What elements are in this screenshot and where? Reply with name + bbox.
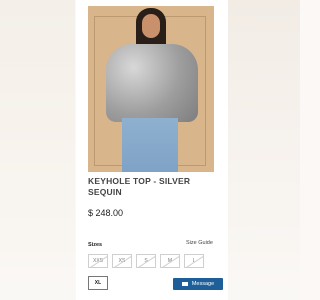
product-title: KEYHOLE TOP - SILVER SEQUIN xyxy=(88,176,191,197)
size-label: XXS xyxy=(92,258,103,264)
size-label: L xyxy=(192,258,196,264)
model-jeans xyxy=(122,118,178,172)
background-blur-right xyxy=(228,0,300,300)
message-button-label: Message xyxy=(191,281,215,287)
model-face xyxy=(142,14,160,38)
mail-icon xyxy=(181,282,188,286)
product-price: $ 248.00 xyxy=(88,208,124,218)
size-option-xs[interactable]: XS xyxy=(112,254,132,268)
size-option-xl[interactable]: XL xyxy=(88,276,108,290)
size-label: S xyxy=(144,258,148,264)
background-blur-left xyxy=(0,0,75,300)
size-label: XS xyxy=(118,258,126,264)
message-button[interactable]: Message xyxy=(173,278,223,290)
size-label: XL xyxy=(94,280,102,286)
size-option-xxs[interactable]: XXS xyxy=(88,254,108,268)
sizes-label: Sizes xyxy=(88,242,103,248)
size-label: M xyxy=(167,258,173,264)
size-guide-link[interactable]: Size Guide xyxy=(186,240,213,246)
sequin-sweater xyxy=(106,44,198,122)
status-bar xyxy=(76,0,228,4)
size-option-s[interactable]: S xyxy=(136,254,156,268)
product-image[interactable] xyxy=(88,6,214,172)
size-option-m[interactable]: M xyxy=(160,254,180,268)
product-page: KEYHOLE TOP - SILVER SEQUIN $ 248.00 Siz… xyxy=(76,0,228,300)
size-option-l[interactable]: L xyxy=(184,254,204,268)
